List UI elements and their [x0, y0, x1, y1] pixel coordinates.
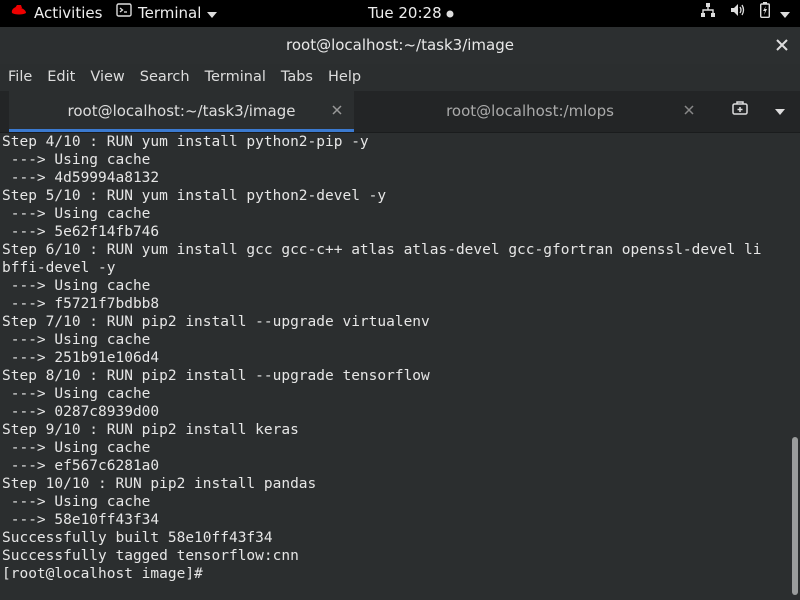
- terminal-line: ---> Using cache: [2, 386, 151, 402]
- battery-icon: [759, 0, 771, 27]
- menu-terminal[interactable]: Terminal: [198, 64, 273, 91]
- terminal-line: bffi-devel -y: [2, 260, 116, 276]
- menu-search[interactable]: Search: [133, 64, 197, 91]
- window-title: root@localhost:~/task3/image: [286, 36, 514, 54]
- terminal-line: Step 9/10 : RUN pip2 install keras: [2, 422, 299, 438]
- terminal-line: Step 10/10 : RUN pip2 install pandas: [2, 476, 317, 492]
- new-tab-icon: [732, 101, 748, 119]
- terminal-line: ---> ef567c6281a0: [2, 458, 160, 474]
- terminal-line: ---> 251b91e106d4: [2, 350, 160, 366]
- terminal-line: ---> Using cache: [2, 152, 151, 168]
- tab-label: root@localhost:~/task3/image: [67, 102, 296, 120]
- terminal-app-icon: [116, 0, 132, 27]
- tab-close-button[interactable]: [332, 91, 342, 132]
- clock-label: Tue 20:28: [368, 4, 442, 22]
- chevron-down-icon: [775, 103, 785, 119]
- terminal-line: Successfully built 58e10ff43f34: [2, 530, 273, 546]
- network-icon: [700, 0, 716, 27]
- top-bar: Activities Terminal Tue 20:28: [0, 0, 800, 27]
- window-close-button[interactable]: [776, 27, 788, 64]
- tab-task3-image[interactable]: root@localhost:~/task3/image: [9, 91, 354, 132]
- app-menu-terminal[interactable]: Terminal: [116, 0, 218, 27]
- terminal-line: ---> 0287c8939d00: [2, 404, 160, 420]
- window-titlebar[interactable]: root@localhost:~/task3/image: [0, 27, 800, 64]
- activities-label: Activities: [34, 4, 103, 22]
- menu-view[interactable]: View: [83, 64, 131, 91]
- volume-icon: [730, 0, 746, 27]
- scrollbar-thumb[interactable]: [792, 437, 798, 595]
- system-menu[interactable]: [700, 0, 790, 27]
- terminal-prompt-line: [root@localhost image]#: [2, 566, 212, 582]
- terminal-line: ---> 5e62f14fb746: [2, 224, 160, 240]
- menu-bar: File Edit View Search Terminal Tabs Help: [0, 64, 800, 91]
- terminal-output[interactable]: Step 4/10 : RUN yum install python2-pip …: [0, 133, 788, 600]
- clock[interactable]: Tue 20:28: [368, 0, 454, 27]
- close-icon: [776, 36, 788, 55]
- terminal-line: ---> Using cache: [2, 332, 151, 348]
- terminal-line: Step 4/10 : RUN yum install python2-pip …: [2, 134, 369, 150]
- terminal-line: Step 6/10 : RUN yum install gcc gcc-c++ …: [2, 242, 762, 258]
- terminal-line: ---> f5721f7bdbb8: [2, 296, 160, 312]
- tab-bar: root@localhost:~/task3/image root@localh…: [0, 91, 800, 133]
- terminal-line: ---> 4d59994a8132: [2, 170, 160, 186]
- close-icon: [332, 105, 342, 115]
- chevron-down-icon: [780, 0, 790, 27]
- terminal-line: ---> Using cache: [2, 440, 151, 456]
- menu-file[interactable]: File: [1, 64, 39, 91]
- new-tab-button[interactable]: [722, 91, 758, 132]
- terminal-line: ---> 58e10ff43f34: [2, 512, 160, 528]
- tab-close-button[interactable]: [684, 91, 694, 132]
- terminal-line: Step 7/10 : RUN pip2 install --upgrade v…: [2, 314, 430, 330]
- menu-edit[interactable]: Edit: [40, 64, 82, 91]
- terminal-line: ---> Using cache: [2, 206, 151, 222]
- menu-help[interactable]: Help: [321, 64, 368, 91]
- menu-tabs[interactable]: Tabs: [274, 64, 320, 91]
- tab-mlops[interactable]: root@localhost:/mlops: [354, 91, 706, 132]
- activities-button[interactable]: Activities: [10, 0, 102, 27]
- terminal-line: ---> Using cache: [2, 494, 151, 510]
- chevron-down-icon: [207, 0, 218, 27]
- app-menu-label: Terminal: [138, 4, 202, 22]
- terminal-line: Step 8/10 : RUN pip2 install --upgrade t…: [2, 368, 430, 384]
- tab-label: root@localhost:/mlops: [446, 102, 614, 120]
- terminal-line: Step 5/10 : RUN yum install python2-deve…: [2, 188, 387, 204]
- terminal-line: ---> Using cache: [2, 278, 151, 294]
- terminal-line: Successfully tagged tensorflow:cnn: [2, 548, 299, 564]
- tab-list-button[interactable]: [764, 91, 796, 132]
- notification-dot-icon: [446, 0, 454, 27]
- redhat-logo-icon: [10, 0, 28, 27]
- close-icon: [684, 105, 694, 115]
